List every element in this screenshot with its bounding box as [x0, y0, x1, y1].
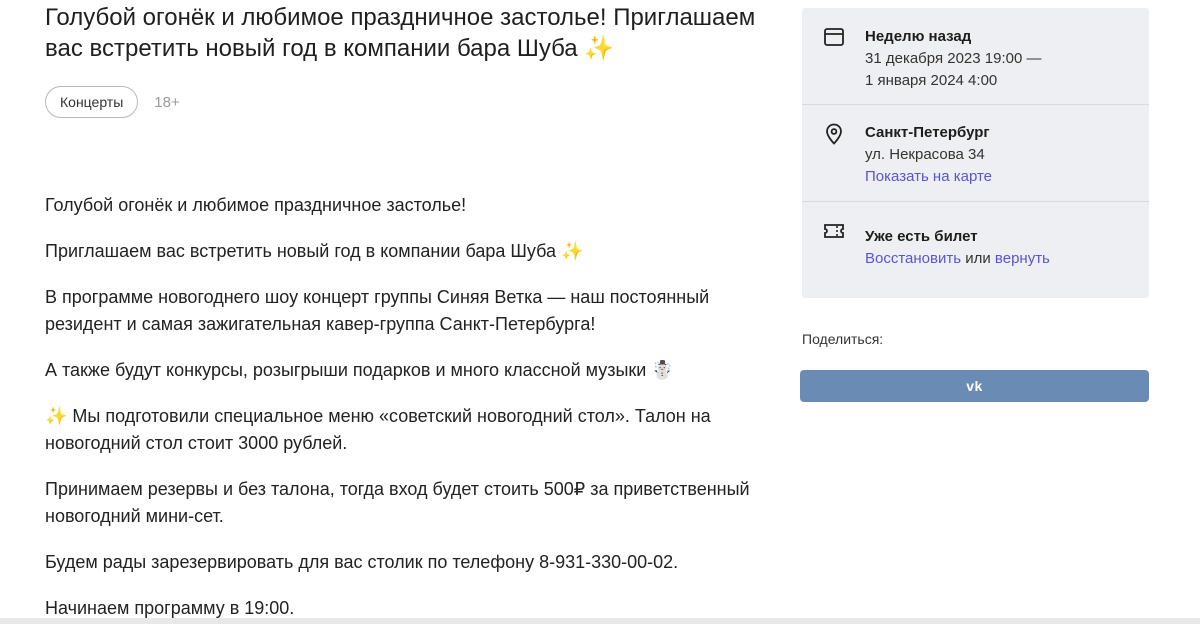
event-description: Голубой огонёк и любимое праздничное зас… — [45, 192, 775, 624]
ticket-actions: Восстановить или вернуть — [865, 248, 1050, 270]
ticket-title: Уже есть билет — [865, 228, 978, 245]
description-paragraph: А также будут конкурсы, розыгрыши подарк… — [45, 360, 674, 380]
ticket-text: Уже есть билет Восстановить или вернуть — [865, 226, 1050, 270]
event-tags: Концерты 18+ — [45, 86, 180, 118]
place-address: ул. Некрасова 34 — [865, 146, 985, 163]
restore-ticket-link[interactable]: Восстановить — [865, 250, 961, 267]
return-ticket-link[interactable]: вернуть — [995, 250, 1050, 267]
show-on-map-link[interactable]: Показать на карте — [865, 166, 992, 188]
ticket-info: Уже есть билет Восстановить или вернуть — [802, 202, 1149, 298]
ticket-icon — [824, 224, 844, 238]
share-label: Поделиться: — [802, 331, 884, 347]
ticket-or-text: или — [961, 250, 995, 267]
date-info: Неделю назад 31 декабря 2023 19:00 — 1 я… — [802, 8, 1149, 105]
date-text: Неделю назад 31 декабря 2023 19:00 — 1 я… — [865, 26, 1041, 92]
description-paragraph: Будем рады зарезервировать для вас столи… — [45, 552, 679, 572]
calendar-icon — [824, 28, 844, 46]
event-info-card: Неделю назад 31 декабря 2023 19:00 — 1 я… — [802, 8, 1149, 298]
age-rating: 18+ — [154, 93, 180, 111]
description-paragraph: Приглашаем вас встретить новый год в ком… — [45, 241, 584, 261]
event-title: Голубой огонёк и любимое праздничное зас… — [45, 4, 756, 62]
vk-logo-icon: vk — [966, 378, 983, 394]
description-paragraph: ✨ Мы подготовили специальное меню «совет… — [45, 406, 711, 453]
date-relative: Неделю назад — [865, 28, 972, 45]
date-end: 1 января 2024 4:00 — [865, 72, 998, 89]
page-scrollbar[interactable] — [1186, 0, 1200, 618]
tag-chip-concerts[interactable]: Концерты — [45, 86, 139, 118]
place-text: Санкт-Петербург ул. Некрасова 34 Показат… — [865, 122, 992, 188]
place-city: Санкт-Петербург — [865, 124, 990, 141]
share-vk-button[interactable]: vk — [800, 370, 1149, 402]
description-paragraph: В программе новогоднего шоу концерт груп… — [45, 287, 710, 334]
location-pin-icon — [826, 123, 842, 145]
place-info: Санкт-Петербург ул. Некрасова 34 Показат… — [802, 105, 1149, 202]
event-page: Голубой огонёк и любимое праздничное зас… — [0, 0, 1200, 624]
description-paragraph: Принимаем резервы и без талона, тогда вх… — [45, 479, 750, 526]
bottom-scroll-track — [0, 618, 1200, 624]
description-paragraph: Голубой огонёк и любимое праздничное зас… — [45, 195, 467, 215]
date-start: 31 декабря 2023 19:00 — — [865, 50, 1042, 67]
